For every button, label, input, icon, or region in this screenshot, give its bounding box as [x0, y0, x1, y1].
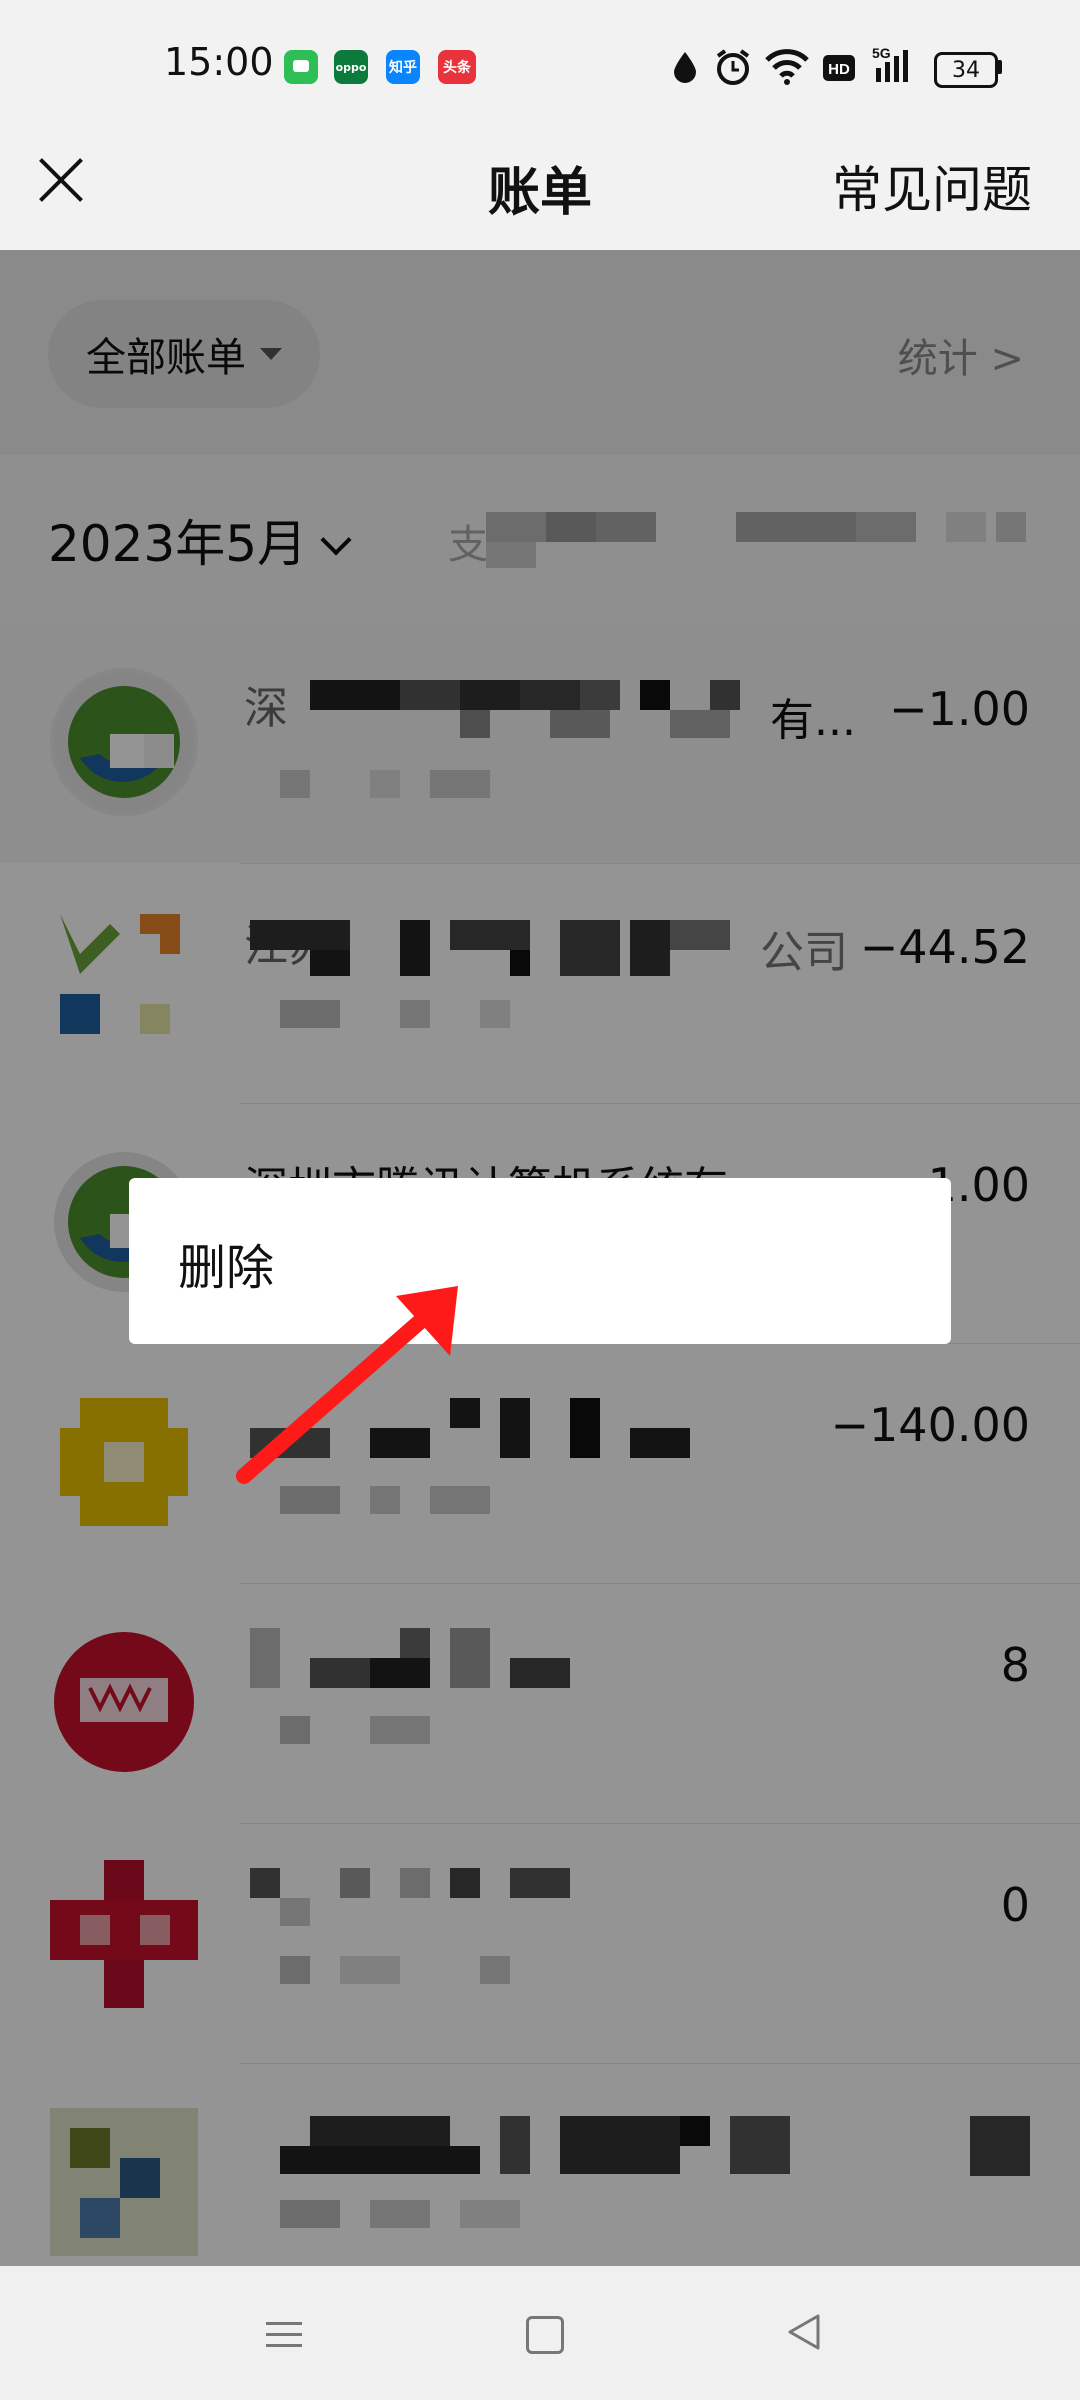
wifi-icon — [765, 49, 809, 85]
status-time: 15:00 — [164, 40, 274, 84]
zhihu-app-icon: 知乎 — [386, 50, 420, 84]
svg-text:HD: HD — [828, 61, 850, 78]
battery-indicator: 34 — [934, 52, 998, 88]
back-icon[interactable] — [784, 2312, 824, 2352]
messages-app-icon — [284, 50, 318, 84]
faq-link[interactable]: 常见问题 — [832, 150, 1032, 222]
recent-apps-icon[interactable] — [266, 2316, 302, 2352]
signal-5g-icon: 5G — [872, 45, 908, 82]
svg-text:5G: 5G — [872, 45, 891, 61]
oppo-app-icon: oppo — [334, 50, 368, 84]
alarm-icon — [716, 49, 750, 85]
home-icon[interactable] — [526, 2316, 564, 2354]
annotation-arrow-icon — [236, 1286, 458, 1484]
water-drop-icon — [674, 52, 696, 83]
toutiao-app-icon: 头条 — [438, 50, 476, 84]
hd-icon: HD — [823, 55, 855, 81]
battery-tip — [997, 60, 1002, 74]
